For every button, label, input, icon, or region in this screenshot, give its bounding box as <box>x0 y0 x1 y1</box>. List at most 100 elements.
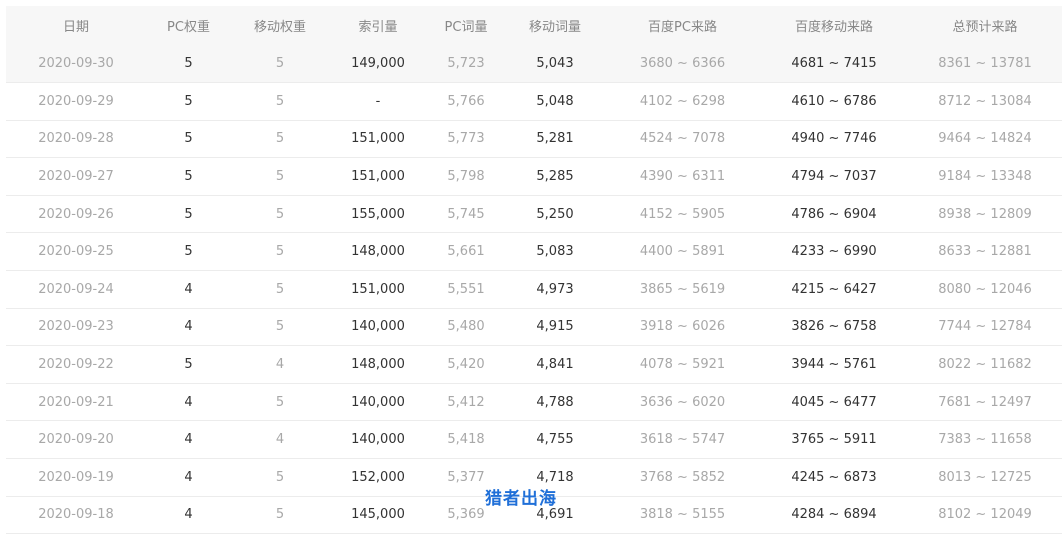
cell-mobile-keywords: 5,043 <box>536 56 574 72</box>
cell-index-count: - <box>375 93 381 109</box>
cell-index-count: 152,000 <box>351 469 405 485</box>
cell-pc-weight: 4 <box>184 281 193 297</box>
cell-pc-keywords: 5,551 <box>447 281 485 297</box>
cell-baidu-pc-traffic: 4078 ~ 5921 <box>639 357 726 373</box>
cell-index-count: 140,000 <box>351 319 405 335</box>
cell-mobile-keywords: 4,788 <box>536 394 574 410</box>
cell-total-traffic: 7383 ~ 11658 <box>938 432 1032 448</box>
cell-mobile-keywords: 4,915 <box>536 319 574 335</box>
cell-pc-weight: 5 <box>184 56 193 72</box>
cell-mobile-weight: 5 <box>275 319 285 335</box>
cell-baidu-mobile-traffic: 4940 ~ 7746 <box>791 131 877 147</box>
cell-mobile-weight: 5 <box>275 56 285 72</box>
cell-pc-keywords: 5,420 <box>447 357 485 373</box>
cell-total-traffic: 8633 ~ 12881 <box>938 244 1032 260</box>
header-baidu-mobile-traffic: 百度移动来路 <box>794 20 873 35</box>
watermark-text: 猎者出海 <box>485 489 557 509</box>
table-row: 2020-09-23 4 5 140,000 5,480 4,915 3918 ~ 6026… <box>6 308 1062 346</box>
cell-date: 2020-09-26 <box>38 206 114 222</box>
cell-mobile-weight: 5 <box>275 131 285 147</box>
cell-pc-weight: 4 <box>184 394 193 410</box>
cell-total-traffic: 8022 ~ 11682 <box>938 357 1032 373</box>
header-mobile-weight: 移动权重 <box>253 20 306 35</box>
cell-pc-weight: 4 <box>184 319 193 335</box>
cell-pc-keywords: 5,723 <box>447 56 485 72</box>
table-row: 2020-09-27 5 5 151,000 5,798 5,285 4390 ~ 6311… <box>6 158 1062 196</box>
cell-total-traffic: 9184 ~ 13348 <box>938 169 1032 185</box>
keyword-stats-table: 日期 PC权重 移动权重 索引量 PC词量 移动词量 百度PC来路 百度移动来路… <box>6 6 1062 534</box>
table-row: 2020-09-22 5 4 148,000 5,420 4,841 4078 ~ 5921… <box>6 346 1062 384</box>
cell-baidu-mobile-traffic: 3765 ~ 5911 <box>791 432 877 448</box>
cell-pc-weight: 5 <box>184 131 193 147</box>
table-row: 2020-09-20 4 4 140,000 5,418 4,755 3618 ~ 5747… <box>6 421 1062 459</box>
cell-mobile-keywords: 5,048 <box>536 93 574 109</box>
table-row: 2020-09-29 5 5 - 5,766 5,048 4102 ~ 6298 4610 ~… <box>6 83 1062 121</box>
cell-baidu-pc-traffic: 4152 ~ 5905 <box>639 206 726 222</box>
cell-index-count: 140,000 <box>351 432 405 448</box>
cell-baidu-pc-traffic: 4524 ~ 7078 <box>639 131 726 147</box>
cell-pc-weight: 4 <box>184 469 193 485</box>
cell-pc-weight: 5 <box>184 169 193 185</box>
cell-baidu-pc-traffic: 3768 ~ 5852 <box>639 469 726 485</box>
cell-baidu-pc-traffic: 3865 ~ 5619 <box>639 281 726 297</box>
header-date: 日期 <box>62 20 89 35</box>
cell-mobile-keywords: 5,250 <box>536 206 574 222</box>
cell-baidu-mobile-traffic: 4681 ~ 7415 <box>791 56 877 72</box>
cell-date: 2020-09-22 <box>38 357 114 373</box>
cell-total-traffic: 7744 ~ 12784 <box>938 319 1032 335</box>
cell-index-count: 151,000 <box>351 131 405 147</box>
cell-pc-keywords: 5,418 <box>447 432 485 448</box>
cell-mobile-weight: 4 <box>275 357 285 373</box>
cell-pc-keywords: 5,773 <box>447 131 485 147</box>
cell-date: 2020-09-25 <box>38 244 114 260</box>
cell-total-traffic: 8102 ~ 12049 <box>938 507 1032 523</box>
cell-baidu-mobile-traffic: 3944 ~ 5761 <box>791 357 877 373</box>
cell-index-count: 148,000 <box>351 357 405 373</box>
table-row: 2020-09-28 5 5 151,000 5,773 5,281 4524 ~ 7078… <box>6 120 1062 158</box>
cell-mobile-weight: 5 <box>275 244 285 260</box>
cell-date: 2020-09-21 <box>38 394 114 410</box>
header-baidu-pc-traffic: 百度PC来路 <box>648 20 717 35</box>
cell-date: 2020-09-30 <box>38 56 114 72</box>
cell-baidu-pc-traffic: 3818 ~ 5155 <box>639 507 726 523</box>
cell-baidu-mobile-traffic: 4245 ~ 6873 <box>791 469 877 485</box>
cell-pc-weight: 5 <box>184 244 193 260</box>
table-row: 2020-09-21 4 5 140,000 5,412 4,788 3636 ~ 6020… <box>6 383 1062 421</box>
cell-pc-keywords: 5,745 <box>447 206 485 222</box>
cell-baidu-mobile-traffic: 4794 ~ 7037 <box>791 169 877 185</box>
cell-mobile-weight: 5 <box>275 394 285 410</box>
cell-date: 2020-09-27 <box>38 169 114 185</box>
cell-mobile-weight: 5 <box>275 169 285 185</box>
cell-pc-weight: 5 <box>184 357 193 373</box>
cell-baidu-pc-traffic: 3918 ~ 6026 <box>639 319 726 335</box>
cell-index-count: 140,000 <box>351 394 405 410</box>
header-total-traffic: 总预计来路 <box>952 20 1018 35</box>
cell-date: 2020-09-19 <box>38 469 114 485</box>
cell-baidu-pc-traffic: 4400 ~ 5891 <box>639 244 726 260</box>
cell-mobile-weight: 5 <box>275 469 285 485</box>
cell-index-count: 151,000 <box>351 169 405 185</box>
cell-baidu-mobile-traffic: 4284 ~ 6894 <box>791 507 877 523</box>
table-row: 2020-09-24 4 5 151,000 5,551 4,973 3865 ~ 5619… <box>6 271 1062 309</box>
cell-pc-weight: 5 <box>184 206 193 222</box>
cell-mobile-keywords: 4,973 <box>536 281 574 297</box>
cell-mobile-weight: 5 <box>275 281 285 297</box>
cell-index-count: 148,000 <box>351 244 405 260</box>
cell-date: 2020-09-20 <box>38 432 114 448</box>
cell-mobile-keywords: 5,281 <box>536 131 574 147</box>
cell-mobile-keywords: 4,755 <box>536 432 574 448</box>
cell-mobile-keywords: 5,083 <box>536 244 574 260</box>
cell-baidu-mobile-traffic: 4045 ~ 6477 <box>791 394 877 410</box>
cell-pc-keywords: 5,412 <box>447 394 485 410</box>
header-mobile-keywords: 移动词量 <box>528 20 581 35</box>
cell-total-traffic: 8013 ~ 12725 <box>938 469 1032 485</box>
cell-mobile-keywords: 4,841 <box>536 357 574 373</box>
cell-total-traffic: 9464 ~ 14824 <box>938 131 1032 147</box>
cell-total-traffic: 7681 ~ 12497 <box>938 394 1032 410</box>
cell-baidu-pc-traffic: 4390 ~ 6311 <box>639 169 726 185</box>
cell-baidu-pc-traffic: 3680 ~ 6366 <box>639 56 726 72</box>
table-body: 2020-09-30 5 5 149,000 5,723 5,043 3680 ~ 6366… <box>6 45 1062 534</box>
cell-pc-keywords: 5,766 <box>447 93 485 109</box>
cell-baidu-pc-traffic: 3636 ~ 6020 <box>639 394 726 410</box>
header-pc-keywords: PC词量 <box>444 20 488 35</box>
